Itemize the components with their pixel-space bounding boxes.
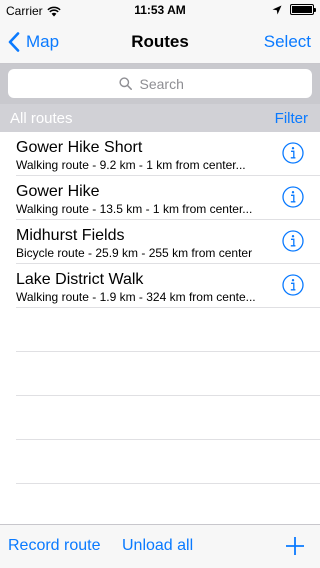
select-button[interactable]: Select — [264, 32, 311, 52]
empty-row — [16, 440, 320, 484]
search-field[interactable] — [8, 69, 312, 98]
empty-row — [16, 308, 320, 352]
battery-tip — [314, 8, 316, 12]
route-title: Midhurst Fields — [16, 227, 125, 244]
info-icon[interactable] — [282, 274, 304, 296]
back-button[interactable]: Map — [8, 20, 59, 64]
empty-row — [16, 352, 320, 396]
route-row[interactable]: Gower Hike Walking route - 13.5 km - 1 k… — [16, 176, 320, 220]
route-subtitle: Walking route - 1.9 km - 324 km from cen… — [16, 290, 256, 304]
route-subtitle: Walking route - 13.5 km - 1 km from cent… — [16, 202, 253, 216]
filter-button[interactable]: Filter — [275, 110, 308, 127]
route-subtitle: Bicycle route - 25.9 km - 255 km from ce… — [16, 246, 253, 260]
battery-fill — [292, 6, 312, 13]
plus-icon[interactable] — [284, 535, 306, 557]
record-route-button[interactable]: Record route — [8, 537, 101, 555]
search-icon — [118, 77, 132, 90]
info-icon[interactable] — [282, 142, 304, 164]
route-title: Gower Hike — [16, 183, 100, 200]
search-bar — [0, 64, 320, 104]
status-right — [272, 4, 316, 15]
route-row[interactable]: Lake District Walk Walking route - 1.9 k… — [16, 264, 320, 308]
back-button-label: Map — [26, 32, 60, 51]
chevron-left-icon — [8, 32, 20, 52]
section-title: All routes — [10, 110, 73, 127]
routes-list: Gower Hike Short Walking route - 9.2 km … — [0, 132, 320, 528]
empty-row — [16, 484, 320, 528]
route-row[interactable]: Midhurst Fields Bicycle route - 25.9 km … — [16, 220, 320, 264]
info-icon[interactable] — [282, 230, 304, 252]
section-header: All routes Filter — [0, 104, 320, 132]
location-arrow-icon — [272, 5, 282, 14]
search-input[interactable] — [137, 74, 202, 93]
empty-row — [16, 396, 320, 440]
route-subtitle: Walking route - 9.2 km - 1 km from cente… — [16, 158, 246, 172]
info-icon[interactable] — [282, 186, 304, 208]
bottom-toolbar: Record route Unload all — [0, 524, 320, 568]
route-title: Lake District Walk — [16, 271, 144, 288]
battery-icon — [290, 4, 316, 15]
navigation-bar: Map Routes Select — [0, 20, 320, 64]
unload-all-button[interactable]: Unload all — [122, 537, 193, 555]
status-bar: Carrier 11:53 AM — [0, 0, 320, 20]
route-row[interactable]: Gower Hike Short Walking route - 9.2 km … — [16, 132, 320, 176]
route-title: Gower Hike Short — [16, 139, 143, 156]
